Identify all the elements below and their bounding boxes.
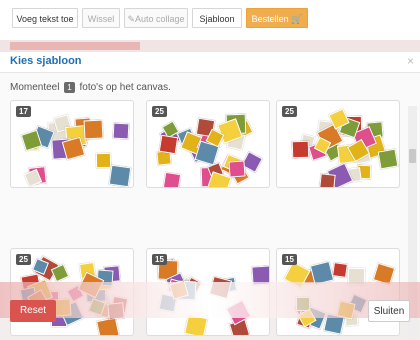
- wand-icon: ✎: [127, 14, 135, 24]
- collage-photo-thumbnail: [163, 172, 182, 187]
- photo-count-badge: 25: [16, 254, 31, 265]
- collage-photo-thumbnail: [95, 316, 120, 335]
- collage-photo-thumbnail: [319, 172, 337, 187]
- collage-photo-thumbnail: [108, 164, 132, 187]
- cart-icon: 🛒: [291, 14, 303, 24]
- modal-header: Kies sjabloon ×: [0, 52, 420, 73]
- reset-button[interactable]: Reset: [10, 300, 56, 322]
- photo-count-info: Momenteel 1 foto's op het canvas.: [10, 82, 171, 93]
- photo-count-badge: 15: [282, 254, 297, 265]
- collage-photo-thumbnail: [83, 119, 104, 140]
- template-modal: Kies sjabloon × Momenteel 1 foto's op he…: [0, 52, 420, 338]
- background-strip: [0, 40, 420, 52]
- photo-count-badge: 15: [152, 254, 167, 265]
- collage-photo-thumbnail: [95, 152, 112, 169]
- order-label: Bestellen: [251, 14, 289, 24]
- template-tile[interactable]: 17: [10, 100, 134, 188]
- close-button[interactable]: Sluiten: [368, 300, 410, 322]
- info-prefix: Momenteel: [10, 82, 60, 93]
- order-button[interactable]: Bestellen 🛒: [246, 8, 308, 28]
- add-text-button[interactable]: Voeg tekst toe: [12, 8, 78, 28]
- photo-count-badge: 25: [152, 106, 167, 117]
- template-tile[interactable]: 25: [276, 100, 400, 188]
- template-button[interactable]: Sjabloon: [192, 8, 242, 28]
- scrollbar-thumb[interactable]: [409, 149, 416, 163]
- footer-background: [0, 282, 420, 318]
- swap-button[interactable]: Wissel: [82, 8, 120, 28]
- template-tile[interactable]: 25: [146, 100, 270, 188]
- photo-count-badge: 17: [16, 106, 31, 117]
- info-suffix: foto's op het canvas.: [79, 82, 171, 93]
- collage-photo-thumbnail: [112, 122, 130, 140]
- auto-collage-label: Auto collage: [135, 14, 185, 24]
- background-bar: [10, 42, 140, 50]
- close-icon[interactable]: ×: [407, 54, 414, 68]
- photo-count-badge: 1: [64, 82, 75, 93]
- collage-photo-thumbnail: [159, 134, 179, 155]
- auto-collage-button[interactable]: ✎Auto collage: [124, 8, 188, 28]
- collage-photo-thumbnail: [332, 262, 349, 279]
- collage-photo-thumbnail: [377, 148, 399, 170]
- toolbar: Voeg tekst toe Wissel ✎Auto collage Sjab…: [0, 0, 420, 40]
- collage-photo-thumbnail: [291, 140, 310, 158]
- collage-photo-thumbnail: [228, 160, 246, 178]
- modal-title: Kies sjabloon: [10, 55, 82, 67]
- photo-count-badge: 25: [282, 106, 297, 117]
